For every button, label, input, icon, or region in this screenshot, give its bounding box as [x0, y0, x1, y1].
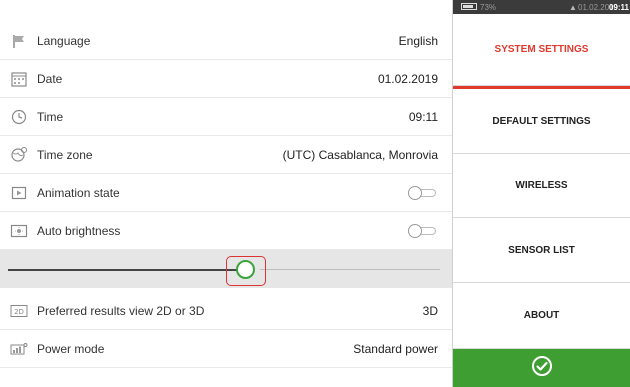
- checkmark-circle-icon: [531, 355, 553, 382]
- date-value: 01.02.2019: [377, 71, 438, 86]
- auto-brightness-row: Auto brightness: [0, 212, 452, 250]
- toggle-knob: [408, 223, 422, 238]
- power-mode-row[interactable]: Power mode Standard power: [0, 330, 452, 368]
- battery-icon: [461, 3, 477, 10]
- power-mode-value: Standard power: [353, 341, 438, 356]
- menu-default-settings[interactable]: DEFAULT SETTINGS: [453, 89, 630, 154]
- svg-text:2D: 2D: [14, 308, 24, 316]
- menu-sensor-list[interactable]: SENSOR LIST: [453, 218, 630, 283]
- globe-icon: [10, 146, 28, 164]
- signal-icon: ▲: [569, 3, 577, 12]
- time-zone-label: Time zone: [37, 147, 93, 162]
- results-view-label: Preferred results view 2D or 3D: [37, 303, 205, 318]
- menu-system-settings[interactable]: SYSTEM SETTINGS: [453, 14, 630, 86]
- auto-brightness-label: Auto brightness: [37, 223, 121, 238]
- confirm-button[interactable]: [453, 349, 630, 387]
- animation-state-toggle[interactable]: [408, 185, 438, 200]
- language-value: English: [398, 33, 438, 48]
- status-time: 09:11: [608, 2, 629, 12]
- animation-state-row: Animation state: [0, 174, 452, 212]
- menu-item-label: SYSTEM SETTINGS: [494, 44, 589, 55]
- menu-item-label: DEFAULT SETTINGS: [492, 115, 591, 127]
- slider-handle[interactable]: [236, 260, 255, 279]
- settings-panel: Language English Date 01.02.2019 Time 09…: [0, 0, 452, 387]
- results-view-value: 3D: [422, 303, 438, 318]
- slider-filled-track: [8, 269, 238, 271]
- auto-brightness-toggle[interactable]: [408, 223, 438, 238]
- menu-item-label: ABOUT: [523, 310, 560, 321]
- toggle-knob: [408, 185, 422, 200]
- time-zone-row[interactable]: Time zone (UTC) Casablanca, Monrovia: [0, 136, 452, 174]
- time-row[interactable]: Time 09:11: [0, 98, 452, 136]
- power-mode-icon: [10, 340, 28, 358]
- settings-menu: 73% ▲ 01.02.2019 09:11 SYSTEM SETTINGS D…: [452, 0, 630, 387]
- results-view-row[interactable]: 2D Preferred results view 2D or 3D 3D: [0, 292, 452, 330]
- menu-wireless[interactable]: WIRELESS: [453, 154, 630, 218]
- date-label: Date: [37, 71, 63, 86]
- menu-about[interactable]: ABOUT: [453, 283, 630, 349]
- brightness-slider[interactable]: [0, 250, 452, 288]
- 2d-3d-icon: 2D: [10, 302, 28, 320]
- flag-icon: [10, 32, 28, 50]
- slider-empty-track: [260, 269, 440, 270]
- battery-percent: 73%: [480, 2, 497, 12]
- animation-state-label: Animation state: [37, 185, 120, 200]
- language-row[interactable]: Language English: [0, 22, 452, 60]
- animation-icon: [10, 184, 28, 202]
- brightness-icon: [10, 222, 28, 240]
- time-zone-value: (UTC) Casablanca, Monrovia: [282, 147, 438, 162]
- menu-item-label: SENSOR LIST: [508, 244, 575, 256]
- language-label: Language: [37, 33, 91, 48]
- calendar-icon: [10, 70, 28, 88]
- time-label: Time: [37, 109, 64, 124]
- power-mode-label: Power mode: [37, 341, 105, 356]
- status-bar: 73% ▲ 01.02.2019 09:11: [453, 0, 630, 14]
- date-row[interactable]: Date 01.02.2019: [0, 60, 452, 98]
- clock-icon: [10, 108, 28, 126]
- menu-item-label: WIRELESS: [515, 180, 568, 191]
- time-value: 09:11: [408, 109, 438, 124]
